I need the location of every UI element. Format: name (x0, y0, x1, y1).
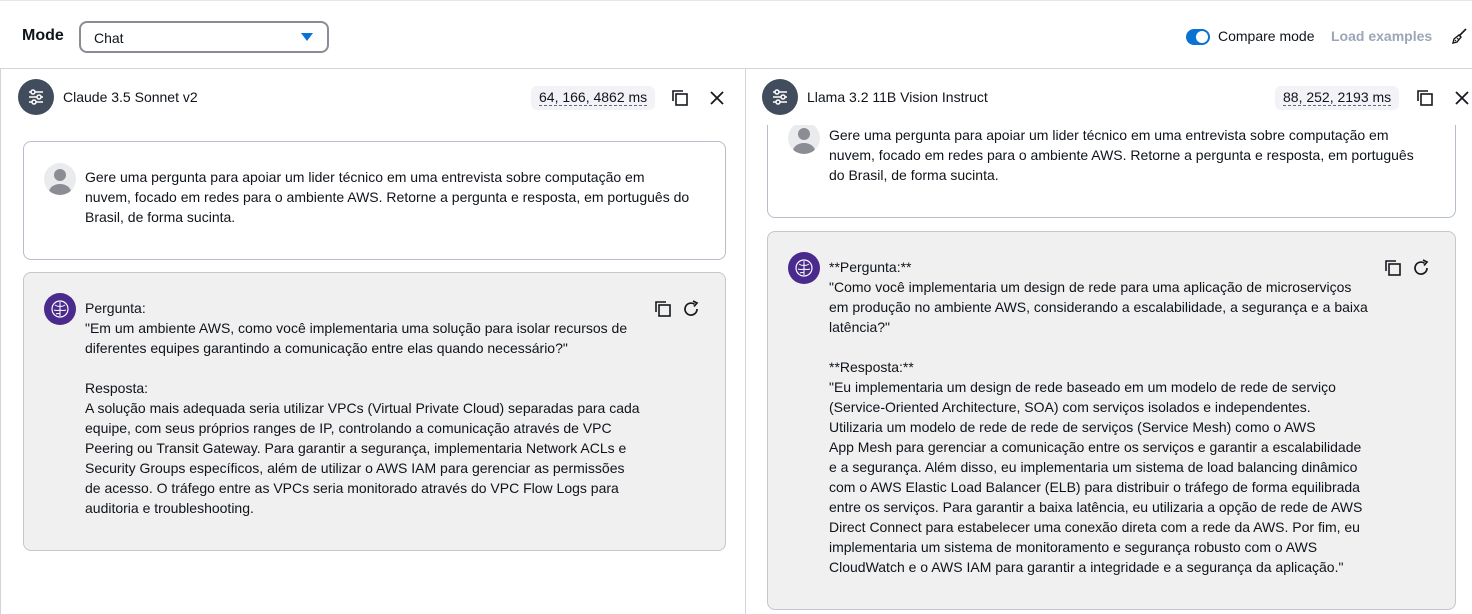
assistant-message-text: **Pergunta:** "Como você implementaria u… (829, 259, 1368, 575)
close-icon[interactable] (1452, 88, 1472, 108)
user-message: Gere uma pergunta para apoiar um lider t… (23, 141, 726, 260)
caret-down-icon (301, 33, 313, 41)
user-message-text: Gere uma pergunta para apoiar um lider t… (829, 127, 1414, 183)
assistant-avatar (788, 252, 820, 284)
right-panel-header: Llama 3.2 11B Vision Instruct 88, 252, 2… (746, 69, 1472, 125)
brain-icon (795, 259, 813, 277)
left-panel-header: Claude 3.5 Sonnet v2 64, 166, 4862 ms (1, 69, 745, 125)
assistant-message-text: Pergunta: "Em um ambiente AWS, como você… (85, 300, 640, 516)
settings-sliders-icon (773, 89, 787, 105)
brain-icon (51, 300, 69, 318)
close-icon[interactable] (707, 88, 727, 108)
mode-select-value: Chat (94, 30, 124, 46)
user-message-text: Gere uma pergunta para apoiar um lider t… (85, 169, 690, 225)
refresh-icon[interactable] (1411, 258, 1431, 278)
compare-mode-toggle[interactable] (1186, 29, 1210, 45)
compare-mode-label: Compare mode (1218, 28, 1315, 44)
copy-icon[interactable] (1415, 88, 1435, 108)
mode-label: Mode (22, 27, 64, 44)
metrics-text: 64, 166, 4862 ms (539, 89, 648, 106)
toggle-knob (1196, 31, 1208, 43)
brush-icon[interactable] (1451, 27, 1469, 45)
refresh-icon[interactable] (681, 299, 701, 319)
settings-sliders-icon (29, 89, 43, 105)
model-name: Llama 3.2 11B Vision Instruct (807, 89, 988, 105)
user-avatar (44, 163, 76, 195)
copy-icon[interactable] (1383, 258, 1403, 278)
copy-icon[interactable] (653, 299, 673, 319)
model-settings-button[interactable] (762, 79, 798, 115)
model-settings-button[interactable] (18, 79, 54, 115)
copy-icon[interactable] (670, 88, 690, 108)
load-examples-button[interactable]: Load examples (1331, 28, 1432, 44)
top-bar: Mode Chat Compare mode Load examples (0, 0, 1472, 69)
metrics-badge: 64, 166, 4862 ms (531, 86, 656, 110)
metrics-badge: 88, 252, 2193 ms (1275, 86, 1400, 110)
metrics-text: 88, 252, 2193 ms (1283, 89, 1392, 106)
user-avatar (788, 122, 820, 154)
assistant-message: **Pergunta:** "Como você implementaria u… (767, 231, 1456, 610)
mode-select[interactable]: Chat (79, 21, 329, 53)
assistant-message: Pergunta: "Em um ambiente AWS, como você… (23, 272, 726, 551)
right-model-panel: Gere uma pergunta para apoiar um lider t… (745, 69, 1472, 614)
left-model-panel: Claude 3.5 Sonnet v2 64, 166, 4862 ms Ge… (0, 69, 745, 614)
assistant-avatar (44, 293, 76, 325)
model-name: Claude 3.5 Sonnet v2 (63, 89, 198, 105)
user-icon (49, 169, 71, 195)
user-icon (793, 128, 815, 154)
